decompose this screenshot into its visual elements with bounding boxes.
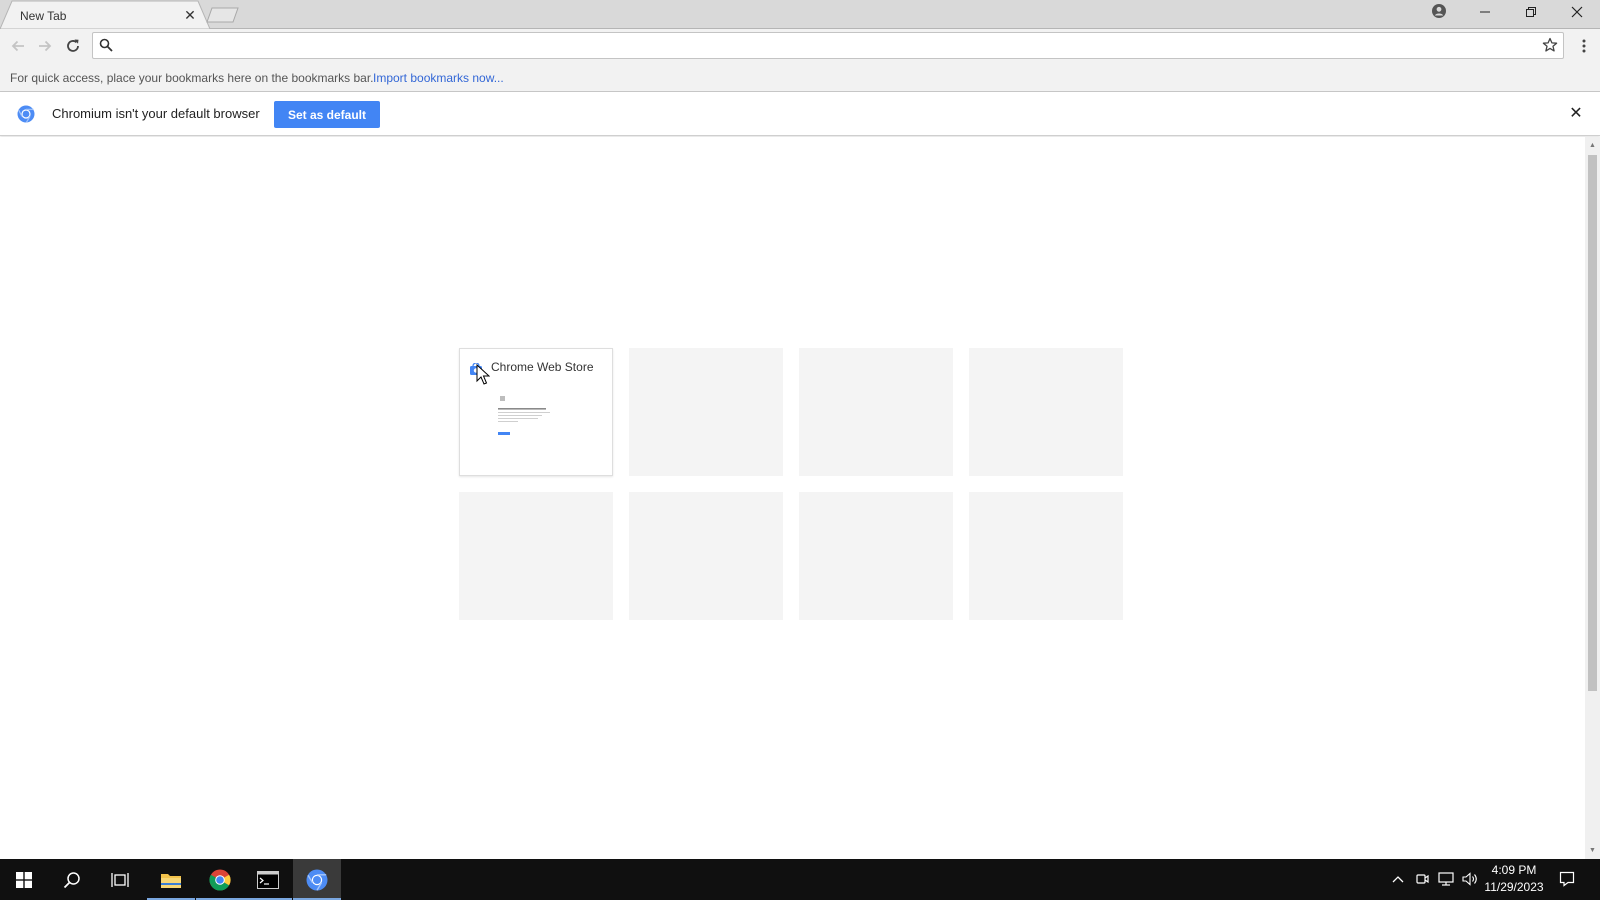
title-bar: New Tab ✕	[0, 0, 1600, 29]
most-visited-tile-empty	[969, 348, 1123, 476]
scroll-down-icon[interactable]: ▼	[1588, 846, 1597, 855]
show-hidden-icons-icon[interactable]	[1389, 870, 1407, 888]
tile-title: Chrome Web Store	[491, 360, 594, 374]
action-center-icon[interactable]	[1558, 870, 1576, 888]
task-view-icon[interactable]	[96, 859, 144, 900]
most-visited-tile-empty	[629, 348, 783, 476]
menu-icon[interactable]	[1574, 36, 1594, 56]
search-icon	[99, 38, 113, 57]
most-visited-tile-empty	[799, 348, 953, 476]
profile-icon[interactable]	[1416, 0, 1461, 28]
toolbar	[0, 29, 1600, 62]
taskbar-clock[interactable]: 4:09 PM 11/29/2023	[1482, 862, 1546, 896]
most-visited-tile-empty	[629, 492, 783, 620]
chromium-icon	[17, 105, 35, 128]
network-icon[interactable]	[1437, 870, 1455, 888]
default-browser-infobar: Chromium isn't your default browser Set …	[0, 92, 1600, 136]
minimize-icon[interactable]	[1462, 0, 1507, 28]
start-icon[interactable]	[0, 859, 48, 900]
tab-title: New Tab	[20, 9, 67, 23]
file-explorer-icon[interactable]	[147, 859, 195, 900]
scroll-up-icon[interactable]: ▲	[1588, 141, 1597, 150]
clock-time: 4:09 PM	[1491, 863, 1537, 877]
most-visited-tile-empty	[969, 492, 1123, 620]
most-visited-tile-empty	[799, 492, 953, 620]
tab-close-icon[interactable]: ✕	[182, 7, 198, 23]
bookmarks-bar-message: For quick access, place your bookmarks h…	[10, 71, 374, 85]
bookmarks-bar: For quick access, place your bookmarks h…	[0, 62, 1600, 92]
back-icon[interactable]	[8, 36, 28, 56]
close-icon[interactable]	[1554, 0, 1599, 28]
bookmark-star-icon[interactable]	[1542, 37, 1558, 58]
meet-now-icon[interactable]	[1413, 870, 1431, 888]
new-tab-page: Chrome Web Store	[0, 137, 1585, 859]
most-visited-tile-empty	[459, 492, 613, 620]
mouse-cursor-icon	[476, 364, 490, 385]
tab-new-tab[interactable]: New Tab ✕	[10, 1, 205, 29]
tile-thumbnail	[498, 396, 550, 435]
volume-icon[interactable]	[1461, 870, 1479, 888]
scrollbar-thumb[interactable]	[1588, 155, 1597, 691]
terminal-icon[interactable]	[244, 859, 292, 900]
infobar-message: Chromium isn't your default browser	[52, 106, 260, 121]
infobar-close-icon[interactable]: ✕	[1567, 105, 1585, 123]
taskbar: 4:09 PM 11/29/2023	[0, 859, 1600, 900]
reload-icon[interactable]	[63, 36, 83, 56]
restore-icon[interactable]	[1508, 0, 1553, 28]
chromium-icon[interactable]	[293, 859, 341, 900]
search-icon[interactable]	[48, 859, 96, 900]
omnibox[interactable]	[92, 32, 1564, 59]
set-as-default-button[interactable]: Set as default	[274, 101, 380, 128]
new-tab-button[interactable]	[206, 7, 240, 23]
forward-icon[interactable]	[35, 36, 55, 56]
vertical-scrollbar[interactable]: ▲ ▼	[1585, 137, 1600, 859]
chrome-icon[interactable]	[196, 859, 244, 900]
import-bookmarks-link[interactable]: Import bookmarks now...	[373, 71, 504, 85]
omnibox-input[interactable]	[119, 36, 1519, 56]
clock-date: 11/29/2023	[1484, 880, 1544, 894]
